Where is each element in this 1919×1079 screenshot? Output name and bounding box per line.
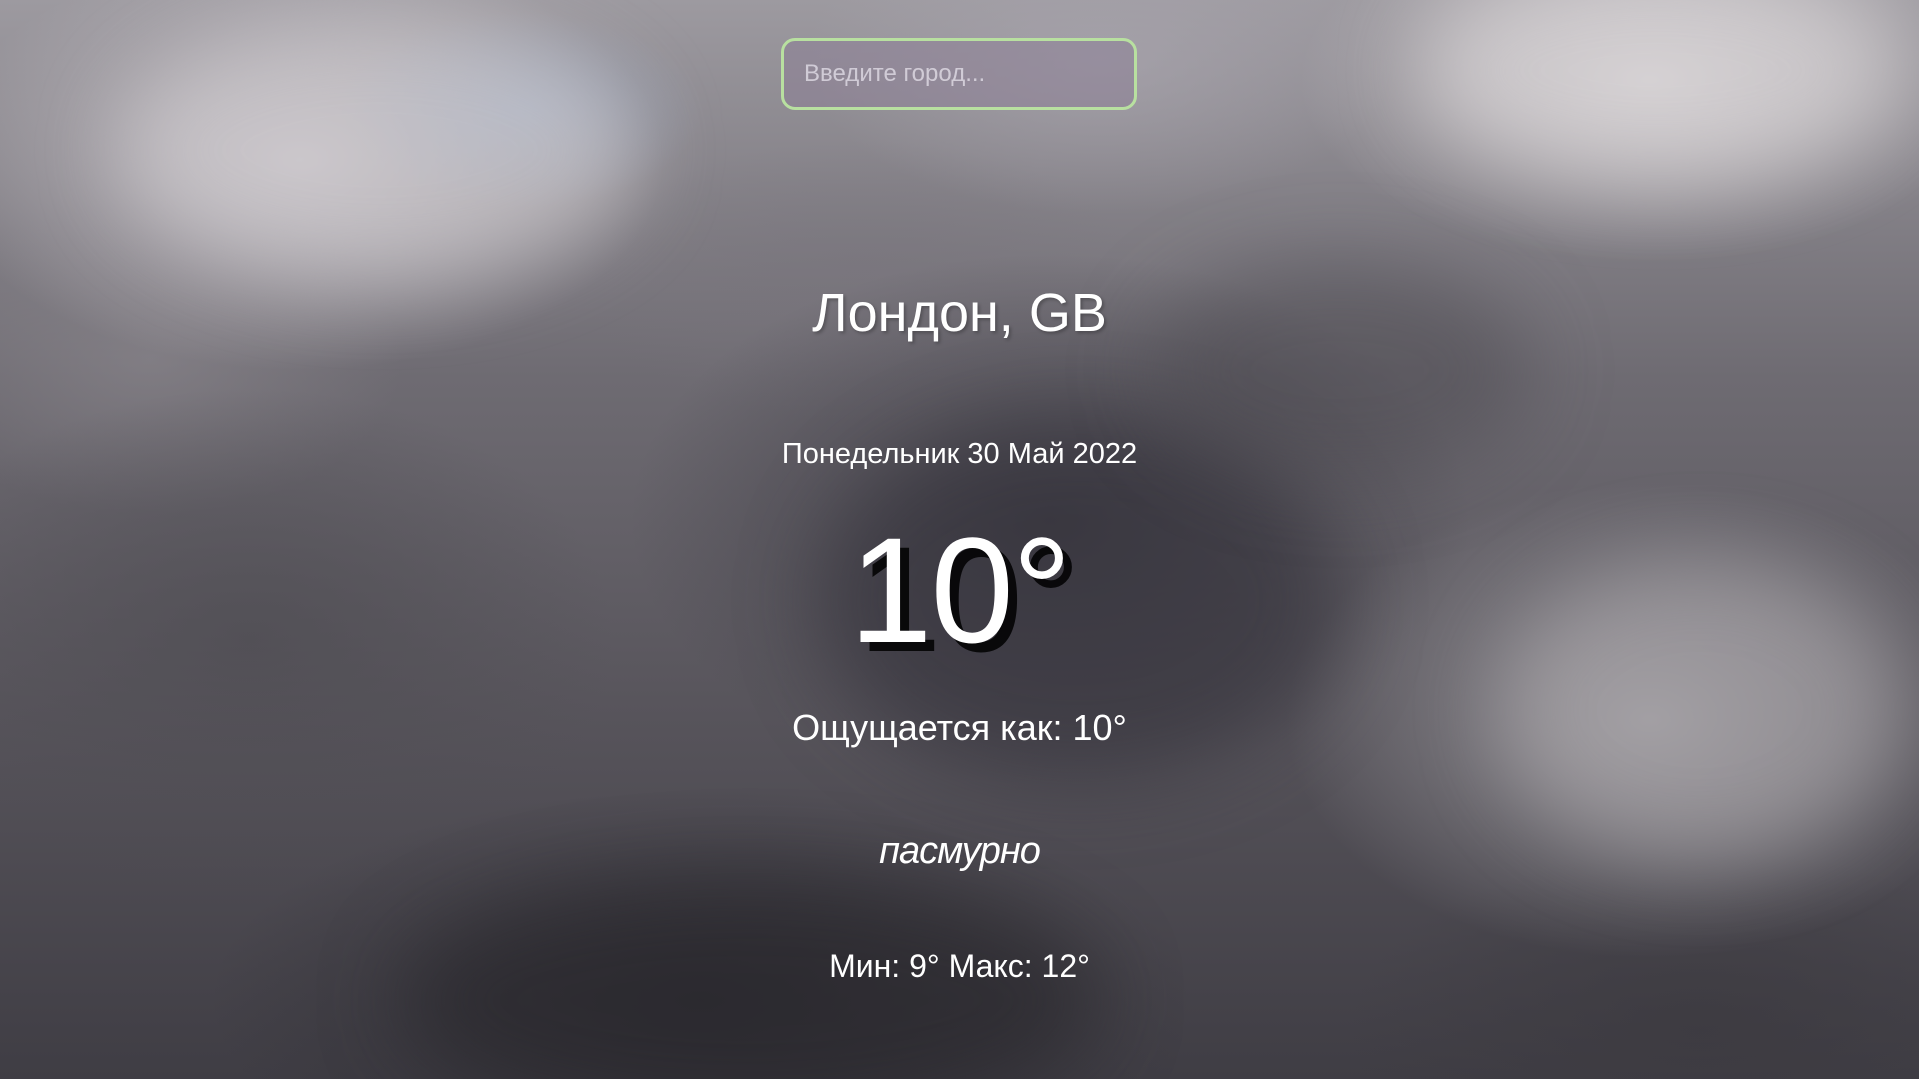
city-search-input[interactable]	[781, 38, 1137, 110]
current-date: Понедельник 30 Май 2022	[781, 438, 1138, 470]
location-title: Лондон, GB	[812, 283, 1107, 343]
feels-like: Ощущается как: 10°	[792, 707, 1127, 748]
weather-app: Лондон, GB Понедельник 30 Май 2022 10° О…	[0, 0, 1919, 1079]
weather-description: пасмурно	[879, 830, 1041, 872]
current-temperature: 10°	[849, 506, 1072, 674]
min-max-temperature: Мин: 9° Макс: 12°	[829, 948, 1090, 984]
